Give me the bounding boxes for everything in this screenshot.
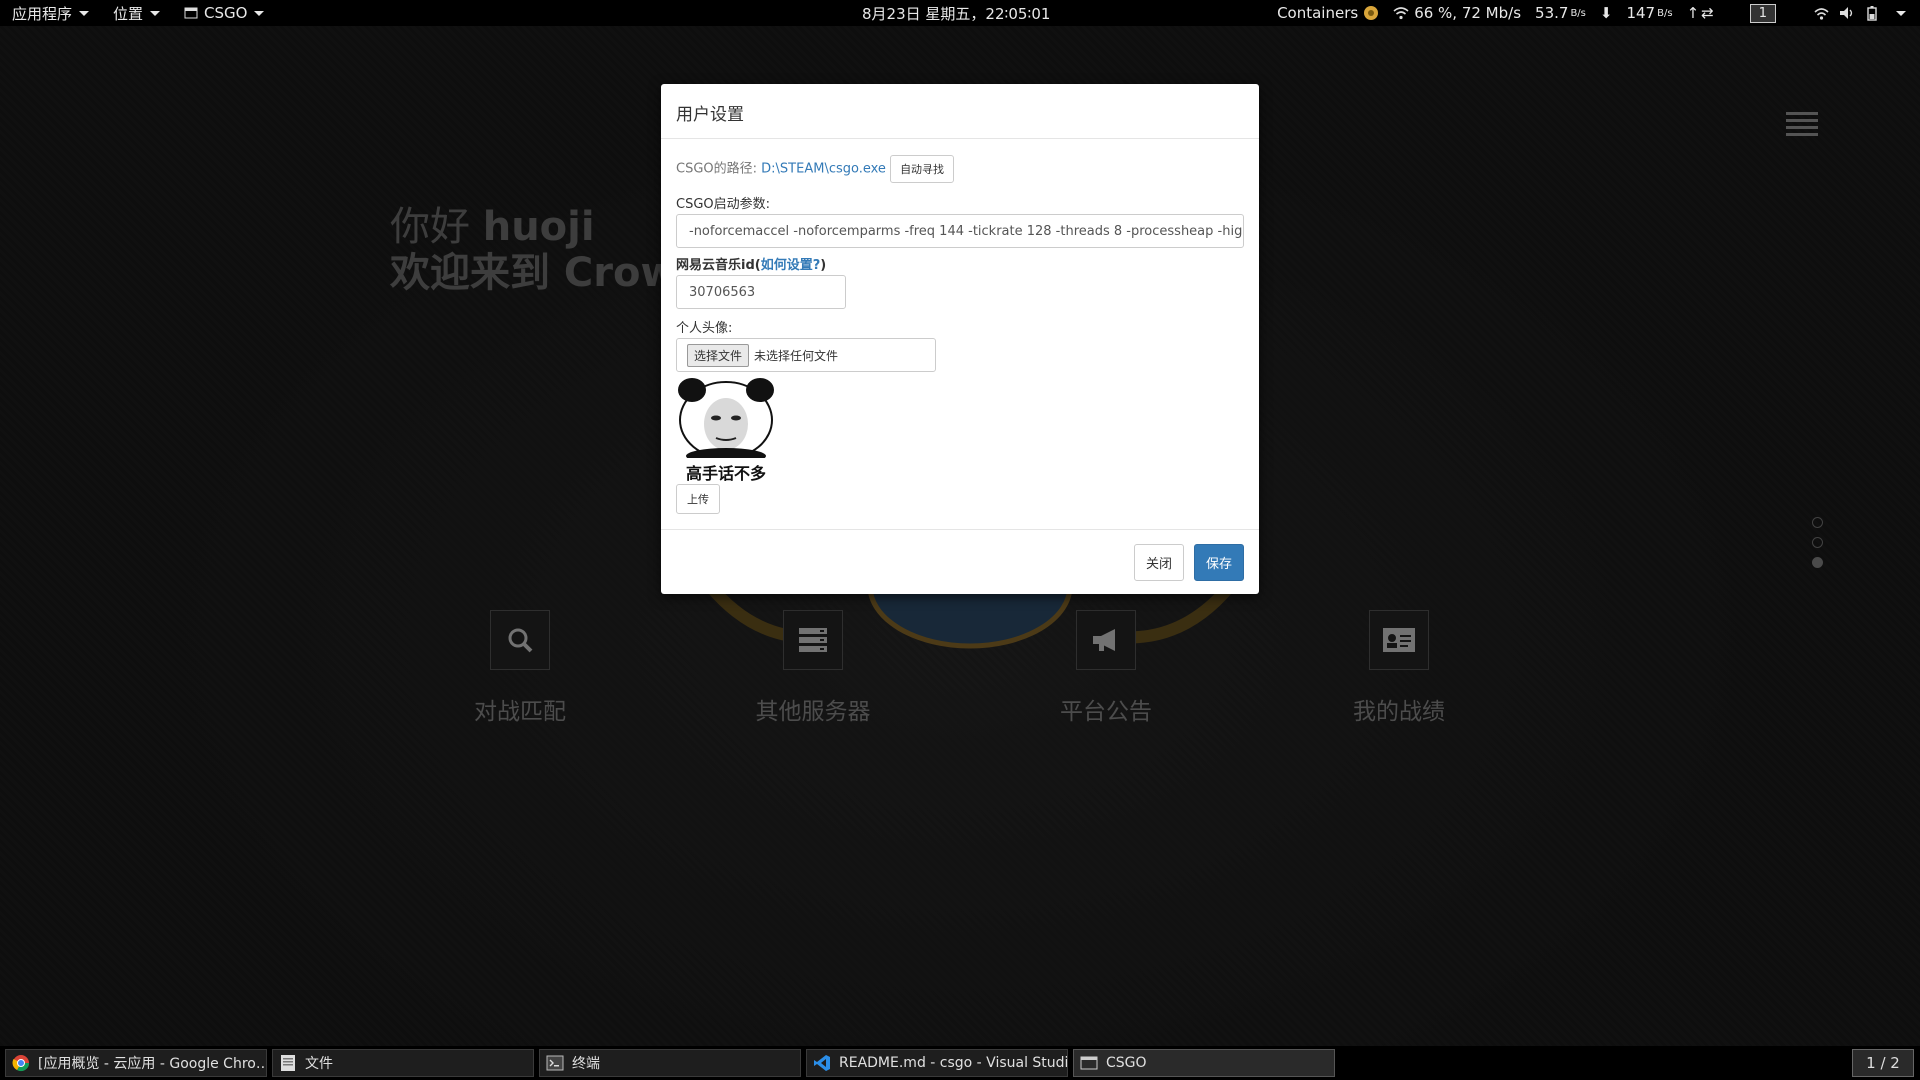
csgo-path-row: CSGO的路径: D:\STEAM\csgo.exe 自动寻找 <box>676 155 1244 183</box>
csgo-path-label: CSGO的路径: <box>676 161 758 177</box>
task-label: 终端 <box>572 1056 600 1072</box>
netease-label-suffix: ) <box>820 258 827 273</box>
chevron-down-icon <box>79 10 90 16</box>
task-files[interactable]: 文件 <box>272 1049 534 1077</box>
choose-file-button[interactable]: 选择文件 <box>687 343 750 367</box>
download-speed-unit: B/s <box>1570 7 1586 19</box>
arrow-down-icon: ⬇ <box>1599 4 1613 22</box>
launch-params-input[interactable]: -noforcemaccel -noforcemparms -freq 144 … <box>676 214 1244 248</box>
wifi-status-text: 66 %, 72 Mb/s <box>1414 4 1522 22</box>
download-speed: 53.7 B/s ⬇ <box>1535 4 1612 22</box>
close-button[interactable]: 关闭 <box>1133 543 1184 581</box>
avatar-caption: 高手话不多 <box>685 464 766 483</box>
places-menu-label: 位置 <box>113 4 144 23</box>
chevron-down-icon <box>254 10 265 16</box>
wifi-icon <box>1814 7 1829 20</box>
files-icon <box>281 1055 295 1071</box>
task-label: 文件 <box>305 1056 333 1072</box>
task-csgo[interactable]: CSGO <box>1073 1049 1335 1077</box>
network-speed[interactable]: 66 %, 72 Mb/s <box>1393 4 1521 22</box>
applications-menu-label: 应用程序 <box>12 4 73 23</box>
window-menu[interactable]: CSGO <box>172 0 276 26</box>
dialog-title: 用户设置 <box>661 84 1259 139</box>
panda-meme-image <box>678 378 774 464</box>
window-icon <box>1080 1056 1098 1070</box>
docker-icon <box>1364 6 1379 20</box>
netease-id-label: 网易云音乐id(如何设置?) <box>676 254 1244 273</box>
vscode-icon <box>814 1055 830 1071</box>
window-icon <box>184 7 198 19</box>
applications-menu[interactable]: 应用程序 <box>0 0 101 26</box>
save-button[interactable]: 保存 <box>1193 543 1244 581</box>
avatar-label: 个人头像: <box>676 321 733 336</box>
download-speed-value: 53.7 <box>1535 4 1569 22</box>
workspace-number: 1 <box>1749 3 1776 23</box>
dialog-body: CSGO的路径: D:\STEAM\csgo.exe 自动寻找 CSGO启动参数… <box>661 139 1259 514</box>
user-settings-dialog: 用户设置 CSGO的路径: D:\STEAM\csgo.exe 自动寻找 CSG… <box>661 84 1259 594</box>
csgo-path-value: D:\STEAM\csgo.exe <box>761 161 886 177</box>
transfer-icon: ⇄ <box>1701 4 1714 22</box>
clock[interactable]: 8月23日 星期五，22∶05∶01 <box>862 0 1050 26</box>
chevron-down-icon <box>150 10 161 16</box>
workspace-pager[interactable]: 1 / 2 <box>1852 1049 1914 1077</box>
workspace-indicator[interactable]: 1 <box>1749 3 1776 23</box>
task-terminal[interactable]: 终端 <box>539 1049 801 1077</box>
dialog-footer: 关闭 保存 <box>661 529 1259 594</box>
containers-indicator[interactable]: Containers <box>1277 4 1379 22</box>
task-label: CSGO <box>1106 1055 1147 1071</box>
taskbar: [应用概览 - 云应用 - Google Chro… 文件 终端 README.… <box>0 1046 1920 1080</box>
upload-speed: 147 B/s ↑ ⇄ <box>1626 4 1713 22</box>
window-menu-label: CSGO <box>204 4 248 22</box>
upload-button[interactable]: 上传 <box>676 484 720 514</box>
auto-find-button[interactable]: 自动寻找 <box>890 155 955 183</box>
clock-text: 8月23日 星期五，22∶05∶01 <box>862 4 1051 23</box>
task-label: [应用概览 - 云应用 - Google Chro… <box>38 1056 267 1072</box>
system-menu[interactable] <box>1814 5 1906 21</box>
upload-speed-value: 147 <box>1626 4 1656 22</box>
top-panel: 应用程序 位置 CSGO 8月23日 星期五，22∶05∶01 Containe… <box>0 0 1920 26</box>
avatar-file-input[interactable]: 选择文件 未选择任何文件 <box>676 338 936 372</box>
modal-backdrop[interactable]: 用户设置 CSGO的路径: D:\STEAM\csgo.exe 自动寻找 CSG… <box>0 26 1920 1046</box>
task-chrome[interactable]: [应用概览 - 云应用 - Google Chro… <box>5 1049 267 1077</box>
containers-label: Containers <box>1277 4 1359 22</box>
avatar-preview: 高手话不多 <box>676 378 776 483</box>
arrow-up-icon: ↑ <box>1686 4 1700 22</box>
netease-help-link[interactable]: 如何设置? <box>761 258 821 273</box>
battery-icon <box>1867 5 1877 21</box>
netease-label-prefix: 网易云音乐id( <box>676 258 761 273</box>
chevron-down-icon <box>1896 10 1906 16</box>
places-menu[interactable]: 位置 <box>101 0 172 26</box>
launch-params-label: CSGO启动参数: <box>676 197 771 212</box>
volume-icon <box>1840 7 1853 19</box>
netease-id-input[interactable]: 30706563 <box>676 275 846 309</box>
task-vscode[interactable]: README.md - csgo - Visual Studi… <box>806 1049 1068 1077</box>
chrome-icon <box>12 1055 30 1072</box>
no-file-text: 未选择任何文件 <box>754 348 839 363</box>
terminal-icon <box>546 1055 564 1071</box>
task-label: README.md - csgo - Visual Studi… <box>839 1055 1068 1071</box>
upload-speed-unit: B/s <box>1657 7 1673 19</box>
wifi-icon <box>1393 7 1409 20</box>
